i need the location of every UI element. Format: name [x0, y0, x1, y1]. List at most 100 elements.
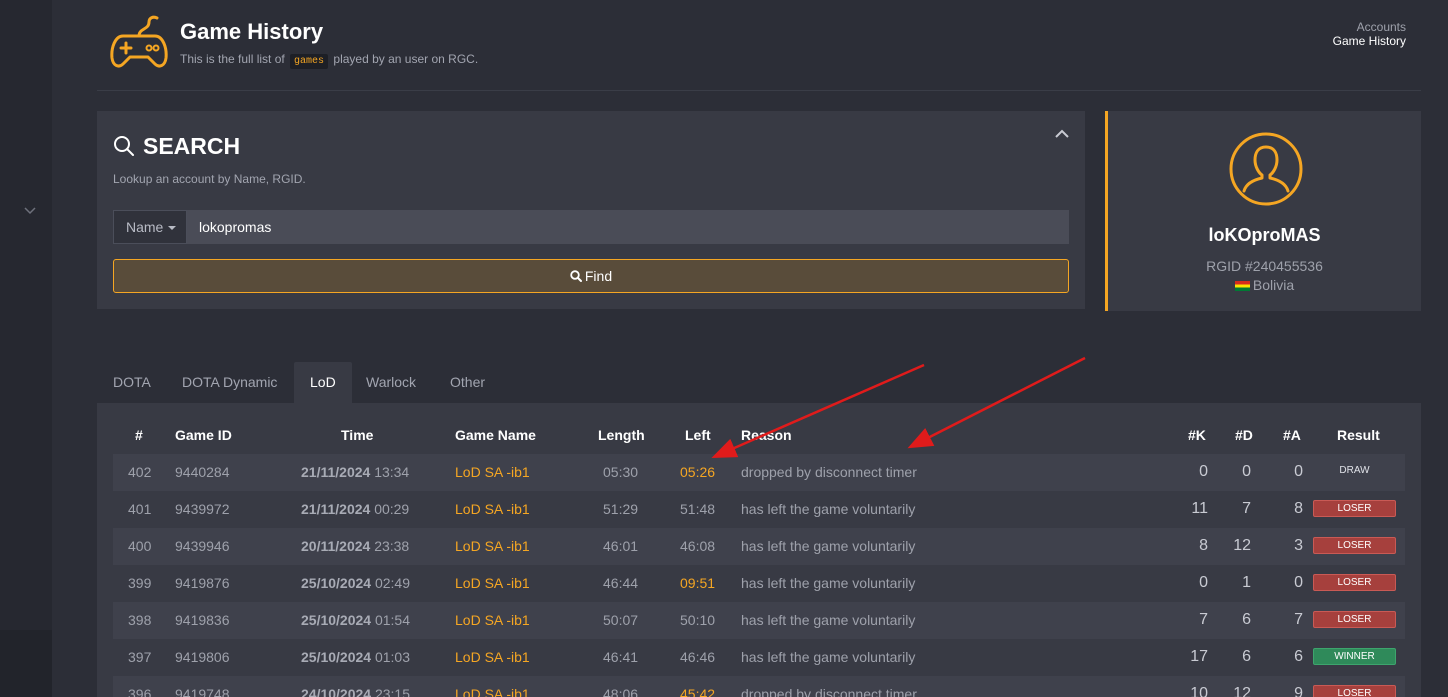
search-title: SEARCH [143, 133, 241, 159]
cell-time: 24/10/2024 23:15 [301, 686, 410, 697]
game-history-table: # Game ID Time Game Name Length Left Rea… [97, 403, 1421, 697]
cell-date: 21/11/2024 [301, 501, 371, 517]
cell-left: 09:51 [680, 575, 716, 591]
cell-deaths: 0 [1242, 463, 1251, 480]
cell-left: 05:26 [680, 464, 716, 480]
cell-assists: 0 [1294, 574, 1303, 591]
cell-game-name-link[interactable]: LoD SA -ib1 [455, 538, 530, 554]
profile-card: loKOproMAS RGID #240455536 Bolivia [1105, 111, 1421, 311]
cell-game-name-link[interactable]: LoD SA -ib1 [455, 501, 530, 517]
search-type-label: Name [126, 219, 164, 235]
cell-reason: has left the game voluntarily [741, 538, 916, 554]
col-header-game-id: Game ID [175, 427, 232, 443]
find-button[interactable]: Find [113, 259, 1069, 293]
cell-deaths: 12 [1233, 537, 1251, 554]
col-header-left: Left [685, 427, 711, 443]
cell-left: 50:10 [680, 612, 716, 628]
breadcrumb: Accounts Game History [1333, 20, 1406, 48]
cell-time: 25/10/2024 01:54 [301, 612, 410, 628]
cell-kills: 10 [1190, 685, 1208, 697]
page-subtitle: This is the full list of games played by… [180, 52, 478, 69]
table-row: 396 9419748 24/10/2024 23:15 LoD SA -ib1 48:… [113, 676, 1405, 697]
cell-date: 25/10/2024 [301, 575, 372, 591]
cell-game-id: 9439946 [175, 538, 230, 554]
cell-assists: 0 [1294, 463, 1303, 480]
cell-game-name-link[interactable]: LoD SA -ib1 [455, 649, 530, 665]
cell-game-name-link[interactable]: LoD SA -ib1 [455, 686, 530, 697]
cell-kills: 17 [1190, 648, 1208, 665]
result-badge: LOSER [1313, 537, 1396, 554]
cell-length: 46:44 [603, 575, 639, 591]
chevron-down-icon[interactable] [24, 203, 36, 218]
cell-date: 21/11/2024 [301, 464, 371, 480]
tab-other[interactable]: Other [434, 362, 501, 403]
tab-dota[interactable]: DOTA [97, 362, 167, 403]
table-row: 398 9419836 25/10/2024 01:54 LoD SA -ib1 50:… [113, 602, 1405, 639]
col-header-deaths: #D [1235, 427, 1253, 443]
subtitle-text: This is the full list of [180, 52, 285, 66]
cell-game-id: 9439972 [175, 501, 230, 517]
result-badge: LOSER [1313, 685, 1396, 697]
search-input[interactable] [187, 210, 1069, 244]
cell-num: 401 [128, 501, 152, 517]
col-header-num: # [135, 427, 143, 443]
cell-assists: 6 [1294, 648, 1303, 665]
cell-assists: 7 [1294, 611, 1303, 628]
cell-left: 46:08 [680, 538, 716, 554]
cell-clock: 23:15 [374, 686, 411, 697]
cell-reason: dropped by disconnect timer [741, 464, 917, 480]
col-header-game-name: Game Name [455, 427, 536, 443]
cell-assists: 3 [1294, 537, 1303, 554]
table-row: 397 9419806 25/10/2024 01:03 LoD SA -ib1 46:… [113, 639, 1405, 676]
cell-kills: 7 [1199, 611, 1208, 628]
cell-game-name-link[interactable]: LoD SA -ib1 [455, 464, 530, 480]
subtitle-code: games [290, 54, 329, 69]
breadcrumb-current: Game History [1332, 34, 1406, 48]
cell-length: 51:29 [603, 501, 639, 517]
result-badge: LOSER [1313, 574, 1396, 591]
cell-date: 24/10/2024 [301, 686, 372, 697]
cell-deaths: 6 [1242, 611, 1251, 628]
cell-reason: has left the game voluntarily [741, 612, 916, 628]
cell-length: 46:41 [603, 649, 639, 665]
cell-game-name-link[interactable]: LoD SA -ib1 [455, 612, 530, 628]
gamepad-icon [110, 15, 168, 68]
cell-game-name-link[interactable]: LoD SA -ib1 [455, 575, 530, 591]
cell-num: 399 [128, 575, 152, 591]
cell-clock: 00:29 [374, 501, 410, 517]
tab-lod[interactable]: LoD [294, 362, 352, 403]
cell-kills: 8 [1199, 537, 1208, 554]
cell-num: 396 [128, 686, 152, 697]
search-type-dropdown[interactable]: Name [113, 210, 187, 244]
profile-country: Bolivia [1108, 277, 1421, 293]
breadcrumb-accounts[interactable]: Accounts [1333, 20, 1406, 34]
profile-rgid: RGID #240455536 [1206, 258, 1323, 274]
chevron-up-icon[interactable] [1055, 129, 1069, 139]
col-header-length: Length [598, 427, 645, 443]
cell-num: 400 [128, 538, 152, 554]
table-row: 402 9440284 21/11/2024 13:34 LoD SA -ib1 05:… [113, 454, 1405, 491]
cell-assists: 8 [1294, 500, 1303, 517]
cell-game-id: 9419748 [175, 686, 230, 697]
search-help-text: Lookup an account by Name, RGID. [113, 172, 306, 186]
cell-reason: has left the game voluntarily [741, 575, 916, 591]
search-icon [570, 270, 582, 282]
col-header-assists: #A [1283, 427, 1301, 443]
cell-reason: has left the game voluntarily [741, 649, 916, 665]
tab-dota-dynamic[interactable]: DOTA Dynamic [166, 362, 293, 403]
col-header-time: Time [341, 427, 374, 443]
cell-clock: 23:38 [374, 538, 410, 554]
tab-warlock[interactable]: Warlock [350, 362, 432, 403]
search-card: SEARCH Lookup an account by Name, RGID. … [97, 111, 1085, 309]
cell-game-id: 9419876 [175, 575, 230, 591]
cell-left: 45:42 [680, 686, 716, 697]
cell-date: 20/11/2024 [301, 538, 371, 554]
table-row: 401 9439972 21/11/2024 00:29 LoD SA -ib1 51:… [113, 491, 1405, 528]
result-badge: DRAW [1339, 465, 1370, 476]
sidebar [0, 0, 52, 697]
profile-country-name: Bolivia [1252, 277, 1295, 293]
table-row: 400 9439946 20/11/2024 23:38 LoD SA -ib1 46:… [113, 528, 1405, 565]
cell-length: 05:30 [603, 464, 639, 480]
cell-time: 21/11/2024 00:29 [301, 501, 409, 517]
col-header-reason: Reason [741, 427, 792, 443]
